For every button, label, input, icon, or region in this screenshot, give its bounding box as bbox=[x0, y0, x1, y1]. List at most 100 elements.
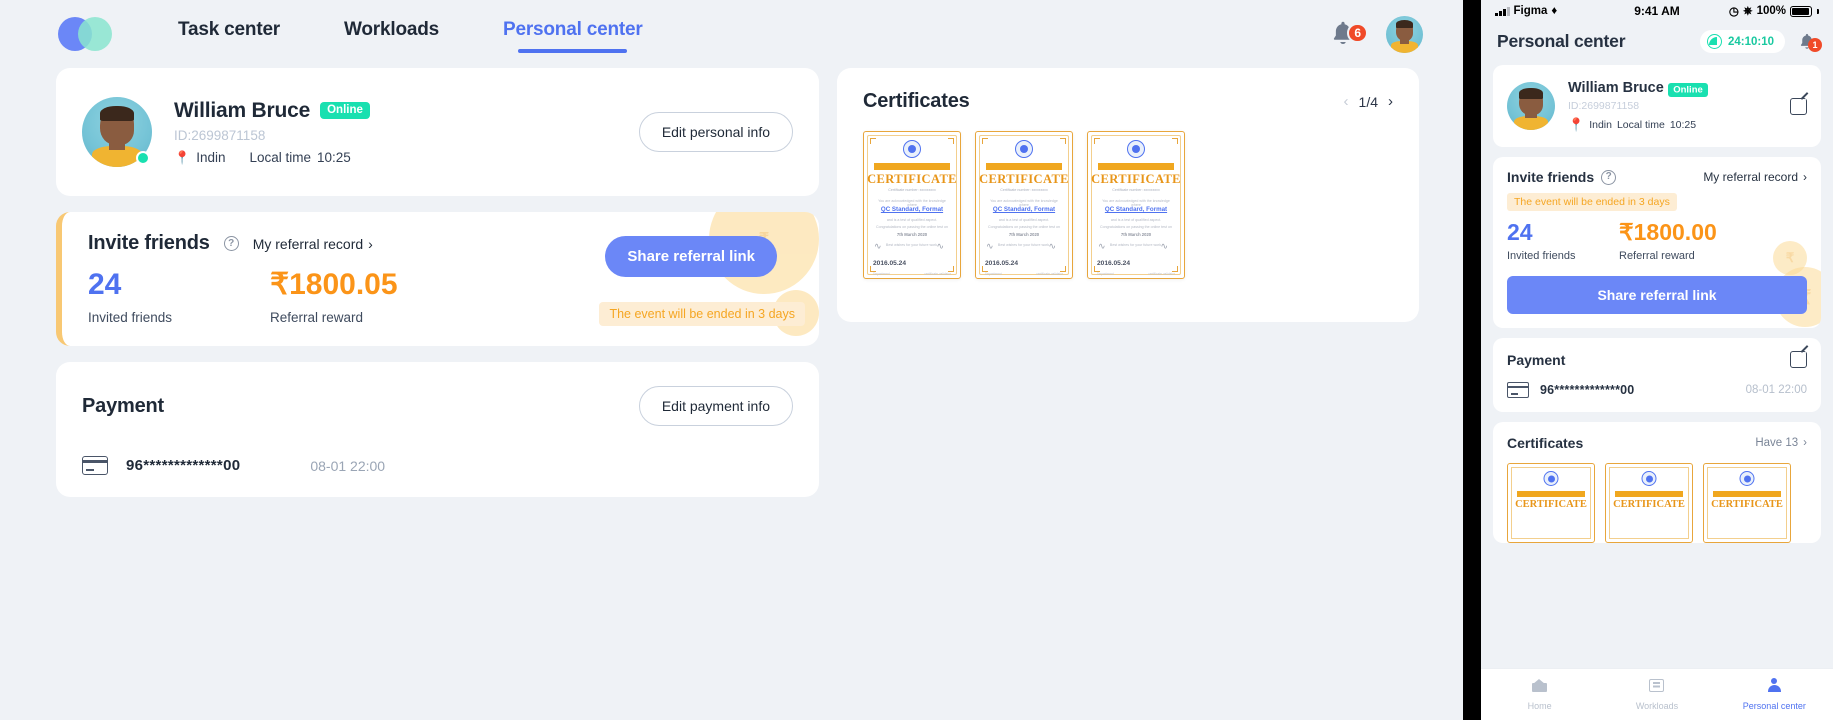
certificate-thumbnail[interactable]: CERTIFICATE bbox=[1507, 463, 1595, 544]
location-pin-icon: 📍 bbox=[1568, 117, 1585, 132]
referral-reward-value: ₹1800.05 bbox=[270, 268, 398, 301]
battery-percent: 100% bbox=[1756, 5, 1786, 17]
certificate-date-text: 7th March 2020 bbox=[1008, 232, 1040, 237]
tab-label: Home bbox=[1527, 700, 1552, 711]
notification-badge: 1 bbox=[1808, 37, 1822, 52]
certificate-number: Certificate number: xxxxxxxxx bbox=[888, 188, 936, 192]
nav-label: Personal center bbox=[503, 19, 643, 40]
signature-icon: ∿ bbox=[936, 241, 944, 251]
mobile-referral-reward-stat: ₹1800.00 Referral reward bbox=[1619, 220, 1717, 262]
credit-card-icon bbox=[82, 456, 108, 475]
chevron-right-icon: › bbox=[368, 235, 373, 252]
mobile-profile-info: William Bruce Online ID:2699871158 📍 Ind… bbox=[1568, 79, 1708, 133]
mobile-invite-header: Invite friends ? My referral record › bbox=[1507, 169, 1807, 185]
certificate-line-3: Congratulations on passing the online te… bbox=[988, 225, 1060, 229]
countdown-timer[interactable]: 24:10:10 bbox=[1699, 30, 1785, 53]
mobile-certificates-count-link[interactable]: Have 13 › bbox=[1755, 437, 1807, 449]
edit-payment-icon[interactable] bbox=[1790, 351, 1807, 369]
certificate-number: Certificate number: xxxxxxxxx bbox=[1112, 188, 1160, 192]
prev-page-icon[interactable]: ‹ bbox=[1344, 93, 1349, 110]
tab-home[interactable]: Home bbox=[1481, 678, 1598, 711]
certificate-thumbnail[interactable]: CERTIFICATE Certificate number: xxxxxxxx… bbox=[975, 131, 1073, 279]
certificate-line-2: and is a test of qualified aspect. bbox=[886, 218, 938, 222]
certificate-ribbon bbox=[1517, 491, 1585, 498]
edit-payment-info-button[interactable]: Edit payment info bbox=[638, 386, 793, 426]
mobile-profile-card: William Bruce Online ID:2699871158 📍 Ind… bbox=[1493, 65, 1821, 147]
certificate-thumbnail[interactable]: CERTIFICATE Certificate number: xxxxxxxx… bbox=[1087, 131, 1185, 279]
mobile-profile-name: William Bruce bbox=[1568, 80, 1664, 96]
certificate-ribbon bbox=[1098, 163, 1174, 170]
mobile-payment-date: 08-01 22:00 bbox=[1745, 384, 1807, 397]
signature-icon: ∿ bbox=[986, 241, 994, 251]
notification-badge: 6 bbox=[1347, 23, 1368, 43]
certificate-date-text: 7th March 2020 bbox=[896, 232, 928, 237]
invite-friends-card: ₹ ₹ Invite friends ? My referral record … bbox=[56, 212, 819, 346]
chevron-right-icon: › bbox=[1803, 437, 1807, 450]
mobile-local-time: 10:25 bbox=[1669, 119, 1697, 131]
signal-bars-icon bbox=[1495, 6, 1510, 16]
share-referral-link-button[interactable]: Share referral link bbox=[605, 236, 777, 277]
left-column: William Bruce Online ID:2699871158 📍 Ind… bbox=[56, 68, 819, 497]
profile-avatar[interactable] bbox=[82, 97, 152, 167]
mobile-payment-method-row[interactable]: 96*************00 08-01 22:00 bbox=[1507, 382, 1807, 399]
mobile-tab-bar: Home Workloads Personal center bbox=[1481, 668, 1833, 720]
notification-bell-icon[interactable]: 6 bbox=[1328, 19, 1368, 49]
avatar[interactable] bbox=[1386, 15, 1423, 53]
local-time-label: Local time bbox=[249, 150, 311, 165]
mobile-name-row: William Bruce Online bbox=[1568, 79, 1708, 97]
nav-item-workloads[interactable]: Workloads bbox=[342, 13, 441, 55]
notification-bell-icon[interactable]: 1 bbox=[1797, 32, 1822, 52]
mobile-invited-label: Invited friends bbox=[1507, 250, 1576, 263]
nav-item-personal-center[interactable]: Personal center bbox=[501, 13, 645, 55]
certificate-ribbon bbox=[874, 163, 950, 170]
top-navigation-bar: Task center Workloads Personal center 6 bbox=[0, 0, 1463, 68]
certificate-line-3: Congratulations on passing the online te… bbox=[1100, 225, 1172, 229]
certificates-header: Certificates ‹ 1/4 › bbox=[863, 90, 1393, 113]
tab-personal-center[interactable]: Personal center bbox=[1716, 678, 1833, 711]
divider bbox=[1463, 0, 1481, 720]
certificate-ribbon bbox=[1713, 491, 1781, 498]
certificate-word: CERTIFICATE bbox=[1711, 499, 1783, 511]
certificate-date-text: 7th March 2020 bbox=[1120, 232, 1152, 237]
edit-personal-info-button[interactable]: Edit personal info bbox=[638, 112, 793, 152]
my-referral-record-link[interactable]: My referral record › bbox=[253, 236, 373, 252]
mobile-body: William Bruce Online ID:2699871158 📍 Ind… bbox=[1481, 65, 1833, 544]
help-icon[interactable]: ? bbox=[223, 236, 239, 251]
person-icon bbox=[1767, 678, 1781, 696]
certificate-program: QC Standard, Format bbox=[880, 206, 944, 213]
mobile-avatar[interactable] bbox=[1507, 82, 1555, 130]
certificate-thumbnail[interactable]: CERTIFICATE Certificate number: xxxxxxxx… bbox=[863, 131, 961, 279]
certificate-number: Certificate number: xxxxxxxxx bbox=[1000, 188, 1048, 192]
app-root: Task center Workloads Personal center 6 bbox=[0, 0, 1833, 720]
payment-method-row[interactable]: 96*************00 08-01 22:00 bbox=[82, 456, 793, 475]
mobile-share-referral-link-button[interactable]: Share referral link bbox=[1507, 276, 1807, 315]
certificate-seal-icon bbox=[1739, 471, 1755, 487]
certificate-footer-right: certificate-validator bbox=[1036, 272, 1063, 276]
battery-icon bbox=[1790, 5, 1812, 17]
certificates-title: Certificates bbox=[863, 90, 970, 112]
local-time-value: 10:25 bbox=[317, 150, 351, 165]
certificate-footer: Department certificate-validator bbox=[1097, 272, 1175, 276]
desktop-view: Task center Workloads Personal center 6 bbox=[0, 0, 1463, 720]
mobile-referral-record-link[interactable]: My referral record › bbox=[1703, 170, 1807, 184]
nav-item-task-center[interactable]: Task center bbox=[176, 13, 282, 55]
edit-profile-icon[interactable] bbox=[1790, 97, 1807, 115]
mobile-payment-card-number: 96*************00 bbox=[1540, 383, 1635, 398]
desktop-content: William Bruce Online ID:2699871158 📍 Ind… bbox=[0, 68, 1463, 497]
mobile-certificates-card: Certificates Have 13 › CERTIFICATE CERTI… bbox=[1493, 422, 1821, 544]
help-icon[interactable]: ? bbox=[1601, 169, 1617, 185]
referral-reward-label: Referral reward bbox=[270, 309, 364, 325]
certificate-seal-icon bbox=[1641, 471, 1657, 487]
certificate-date: 2016.05.24 bbox=[873, 260, 907, 268]
tab-workloads[interactable]: Workloads bbox=[1598, 678, 1715, 711]
certificate-word: CERTIFICATE bbox=[1613, 499, 1685, 511]
mobile-reward-label: Referral reward bbox=[1619, 250, 1695, 263]
certificate-thumbnail[interactable]: CERTIFICATE bbox=[1703, 463, 1791, 544]
main-nav: Task center Workloads Personal center bbox=[176, 13, 645, 55]
nav-label: Workloads bbox=[344, 19, 439, 40]
certificate-thumbnail[interactable]: CERTIFICATE bbox=[1605, 463, 1693, 544]
certificate-date: 2016.05.24 bbox=[985, 260, 1019, 268]
next-page-icon[interactable]: › bbox=[1388, 93, 1393, 110]
online-status-dot bbox=[136, 151, 150, 165]
mobile-payment-title: Payment bbox=[1507, 351, 1566, 368]
